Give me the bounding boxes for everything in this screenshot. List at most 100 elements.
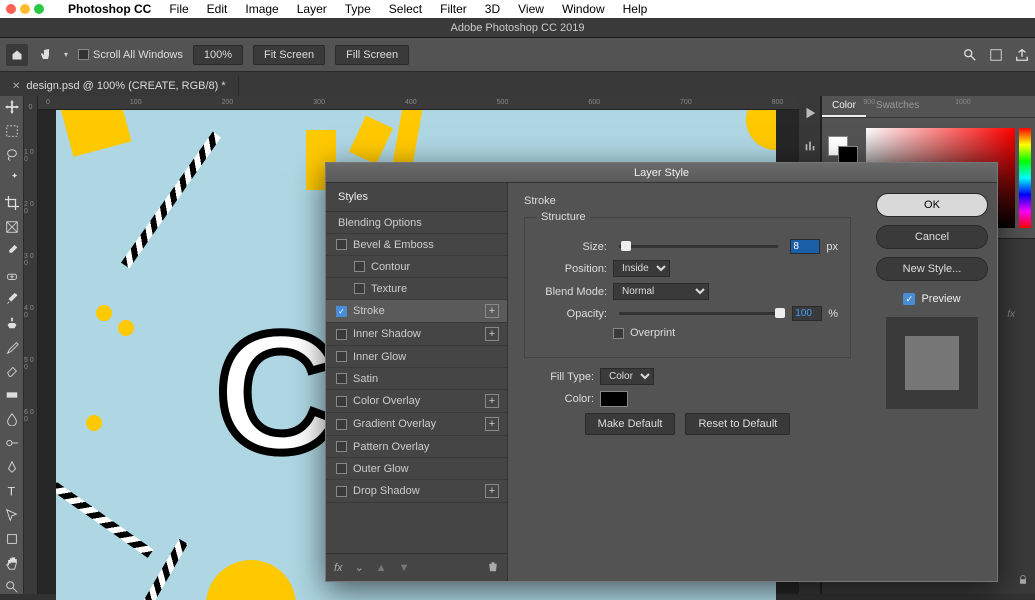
checkbox-icon[interactable] <box>354 283 365 294</box>
crop-tool[interactable] <box>3 196 21 210</box>
brush-tool[interactable] <box>3 292 21 306</box>
search-icon[interactable] <box>963 48 977 62</box>
ok-button[interactable]: OK <box>876 193 988 217</box>
checkbox-icon[interactable] <box>336 441 347 452</box>
menu-window[interactable]: Window <box>562 2 605 16</box>
share-icon[interactable] <box>1015 48 1029 62</box>
checkbox-icon[interactable] <box>336 329 347 340</box>
gradient-tool[interactable] <box>3 388 21 402</box>
document-tab[interactable]: ✕ design.psd @ 100% (CREATE, RGB/8) * <box>0 76 239 96</box>
frame-tool[interactable] <box>3 220 21 234</box>
menu-select[interactable]: Select <box>389 2 422 16</box>
frame-icon[interactable] <box>989 48 1003 62</box>
arrow-up-icon[interactable]: ▲ <box>376 562 387 574</box>
close-tab-icon[interactable]: ✕ <box>12 81 20 92</box>
menu-edit[interactable]: Edit <box>207 2 228 16</box>
filltype-select[interactable]: Color <box>600 368 654 385</box>
menu-help[interactable]: Help <box>623 2 648 16</box>
healing-tool[interactable] <box>3 268 21 282</box>
type-tool[interactable]: T <box>3 484 21 498</box>
color-swatch[interactable] <box>600 391 628 407</box>
menu-file[interactable]: File <box>169 2 188 16</box>
hue-slider[interactable] <box>1019 128 1031 228</box>
home-button[interactable] <box>6 44 28 66</box>
style-item-inner-shadow[interactable]: Inner Shadow+ <box>326 323 507 346</box>
tool-dropdown-icon[interactable]: ▾ <box>64 50 68 59</box>
opacity-input[interactable] <box>792 306 822 321</box>
checkbox-icon[interactable] <box>336 239 347 250</box>
tab-color[interactable]: Color <box>822 96 866 117</box>
overprint-checkbox[interactable] <box>613 328 624 339</box>
cancel-button[interactable]: Cancel <box>876 225 988 249</box>
checkbox-icon[interactable] <box>354 261 365 272</box>
add-effect-icon[interactable]: + <box>485 417 499 431</box>
checkbox-icon[interactable] <box>336 306 347 317</box>
pen-tool[interactable] <box>3 460 21 474</box>
lock-icon[interactable] <box>1017 574 1029 588</box>
menu-layer[interactable]: Layer <box>297 2 327 16</box>
style-item-blending-options[interactable]: Blending Options <box>326 212 507 234</box>
eraser-tool[interactable] <box>3 364 21 378</box>
checkbox-icon[interactable] <box>336 351 347 362</box>
opacity-slider[interactable] <box>619 312 780 315</box>
tab-swatches[interactable]: Swatches <box>866 96 929 117</box>
size-input[interactable] <box>790 239 820 254</box>
add-effect-icon[interactable]: + <box>485 394 499 408</box>
history-icon[interactable] <box>803 139 817 158</box>
hand-tool[interactable] <box>3 556 21 570</box>
style-item-contour[interactable]: Contour <box>326 256 507 278</box>
fit-screen-button[interactable]: Fit Screen <box>253 45 325 65</box>
menu-view[interactable]: View <box>518 2 544 16</box>
marquee-tool[interactable] <box>3 124 21 138</box>
play-icon[interactable] <box>803 106 817 125</box>
minimize-window-icon[interactable] <box>20 4 30 14</box>
checkbox-icon[interactable] <box>336 396 347 407</box>
add-effect-icon[interactable]: + <box>485 484 499 498</box>
chevron-down-icon[interactable]: ⌄ <box>355 561 364 574</box>
eyedropper-tool[interactable] <box>3 244 21 258</box>
clone-tool[interactable] <box>3 316 21 330</box>
style-item-bevel-emboss[interactable]: Bevel & Emboss <box>326 234 507 256</box>
reset-default-button[interactable]: Reset to Default <box>685 413 790 435</box>
blendmode-select[interactable]: Normal <box>613 283 709 300</box>
style-item-texture[interactable]: Texture <box>326 278 507 300</box>
blur-tool[interactable] <box>3 412 21 426</box>
style-item-pattern-overlay[interactable]: Pattern Overlay <box>326 436 507 458</box>
fx-menu-icon[interactable]: fx <box>334 562 343 574</box>
menu-filter[interactable]: Filter <box>440 2 467 16</box>
style-item-inner-glow[interactable]: Inner Glow <box>326 346 507 368</box>
menu-type[interactable]: Type <box>345 2 371 16</box>
shape-tool[interactable] <box>3 532 21 546</box>
fill-screen-button[interactable]: Fill Screen <box>335 45 409 65</box>
close-window-icon[interactable] <box>6 4 16 14</box>
size-slider[interactable] <box>619 245 778 248</box>
make-default-button[interactable]: Make Default <box>585 413 676 435</box>
magic-wand-tool[interactable] <box>3 172 21 186</box>
hand-tool-icon[interactable] <box>38 45 54 64</box>
app-name[interactable]: Photoshop CC <box>68 2 151 16</box>
preview-checkbox[interactable]: Preview <box>903 293 960 305</box>
add-effect-icon[interactable]: + <box>485 304 499 318</box>
position-select[interactable]: Inside <box>613 260 670 277</box>
path-tool[interactable] <box>3 508 21 522</box>
dodge-tool[interactable] <box>3 436 21 450</box>
checkbox-icon[interactable] <box>336 463 347 474</box>
style-item-gradient-overlay[interactable]: Gradient Overlay+ <box>326 413 507 436</box>
style-item-outer-glow[interactable]: Outer Glow <box>326 458 507 480</box>
style-item-stroke[interactable]: Stroke+ <box>326 300 507 323</box>
style-item-satin[interactable]: Satin <box>326 368 507 390</box>
checkbox-icon[interactable] <box>336 486 347 497</box>
scroll-all-checkbox[interactable]: Scroll All Windows <box>78 49 183 61</box>
history-brush-tool[interactable] <box>3 340 21 354</box>
style-item-drop-shadow[interactable]: Drop Shadow+ <box>326 480 507 503</box>
checkbox-icon[interactable] <box>336 373 347 384</box>
zoom-window-icon[interactable] <box>34 4 44 14</box>
move-tool[interactable] <box>3 100 21 114</box>
lasso-tool[interactable] <box>3 148 21 162</box>
arrow-down-icon[interactable]: ▼ <box>399 562 410 574</box>
zoom-tool[interactable] <box>3 580 21 594</box>
trash-icon[interactable] <box>487 560 499 575</box>
menu-image[interactable]: Image <box>245 2 278 16</box>
menu-3d[interactable]: 3D <box>485 2 500 16</box>
zoom-level-button[interactable]: 100% <box>193 45 243 65</box>
